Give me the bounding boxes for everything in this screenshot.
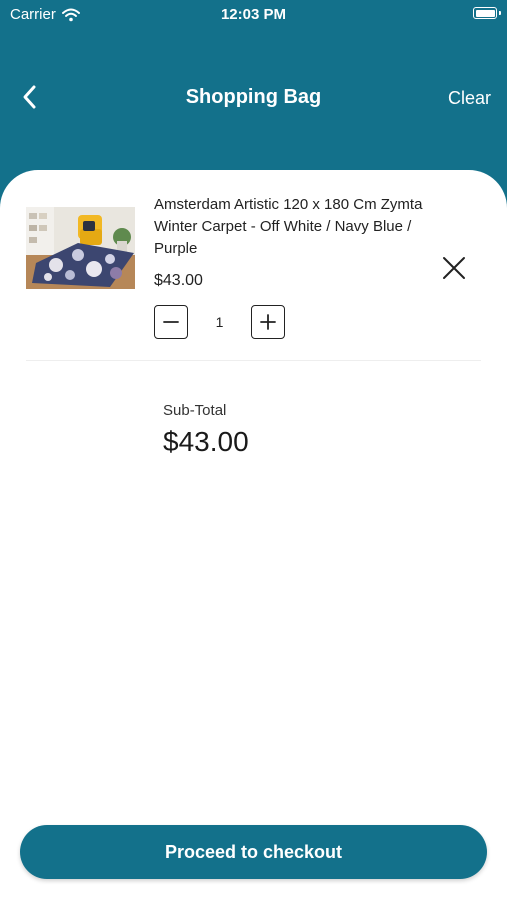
close-icon: [443, 257, 465, 279]
status-time: 12:03 PM: [220, 6, 287, 23]
page-title: Shopping Bag: [185, 86, 322, 108]
subtotal-value: $43.00: [163, 426, 249, 457]
product-image[interactable]: [26, 207, 135, 289]
cart-item: Amsterdam Artistic 120 x 180 Cm Zymta Wi…: [0, 170, 507, 360]
item-divider: [26, 360, 481, 361]
quantity-value: 1: [215, 314, 224, 330]
remove-item-button[interactable]: [440, 254, 468, 282]
clear-button[interactable]: Clear: [448, 88, 491, 109]
battery-icon: [473, 7, 497, 19]
minus-icon: [163, 321, 179, 323]
subtotal-label: Sub-Total: [163, 402, 227, 419]
decrease-quantity-button[interactable]: [154, 305, 188, 339]
product-price: $43.00: [154, 272, 203, 289]
product-name[interactable]: Amsterdam Artistic 120 x 180 Cm Zymta Wi…: [154, 194, 424, 260]
status-bar: Carrier 12:03 PM: [0, 0, 507, 30]
increase-quantity-button[interactable]: [251, 305, 285, 339]
cart-sheet: Amsterdam Artistic 120 x 180 Cm Zymta Wi…: [0, 170, 507, 900]
battery-tip: [499, 11, 501, 15]
plus-icon: [260, 314, 276, 330]
proceed-to-checkout-button[interactable]: Proceed to checkout: [20, 825, 487, 879]
